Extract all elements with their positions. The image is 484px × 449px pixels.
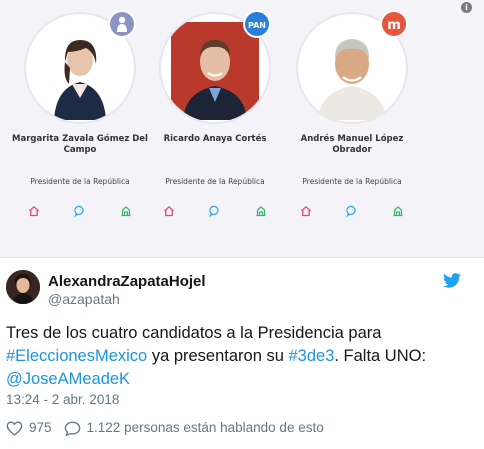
- chat-bubble-icon[interactable]: [74, 204, 86, 218]
- party-badge: m: [380, 10, 408, 38]
- hashtag-link[interactable]: #EleccionesMexico: [6, 347, 147, 365]
- hashtag-link[interactable]: #3de3: [288, 347, 334, 365]
- building-icon[interactable]: [255, 204, 267, 217]
- reply-icon[interactable]: [64, 421, 81, 436]
- twitter-bird-icon[interactable]: [443, 273, 461, 288]
- building-icon[interactable]: [392, 204, 404, 217]
- candidate-role: Presidente de la República: [302, 177, 402, 186]
- candidate-card: PAN Ricardo Anaya Cortés Presidente de l…: [145, 8, 275, 248]
- candidate-role: Presidente de la República: [30, 177, 130, 186]
- candidate-role: Presidente de la República: [165, 177, 265, 186]
- candidates-image[interactable]: i Margarita Zavala Gómez Del Campo Presi…: [0, 0, 484, 258]
- candidate-card: Margarita Zavala Gómez Del Campo Preside…: [10, 8, 148, 248]
- party-badge: [108, 10, 136, 38]
- user-handle[interactable]: @azapatah: [48, 291, 120, 308]
- chat-bubble-icon[interactable]: [346, 204, 358, 218]
- party-label: m: [387, 18, 401, 33]
- info-icon[interactable]: i: [461, 2, 472, 13]
- candidate-photo: [171, 22, 259, 120]
- candidate-actions: [163, 204, 267, 218]
- tweet-text-part: Tres de los cuatro candidatos a la Presi…: [6, 324, 382, 342]
- tweet-text-part: ya presentaron su: [147, 347, 289, 365]
- tweet-text-part: . Falta UNO:: [334, 347, 427, 365]
- chat-bubble-icon[interactable]: [209, 204, 221, 218]
- candidate-name: Andrés Manuel López Obrador: [300, 134, 404, 155]
- home-icon[interactable]: [163, 204, 175, 217]
- party-label: PAN: [247, 21, 266, 30]
- tweet-text: Tres de los cuatro candidatos a la Presi…: [6, 322, 476, 391]
- home-icon[interactable]: [300, 204, 312, 217]
- tweet-timestamp[interactable]: 13:24 - 2 abr. 2018: [6, 392, 119, 408]
- tweet-stats: 975 1.122 personas están hablando de est…: [6, 419, 324, 437]
- candidate-actions: [28, 204, 132, 218]
- tweet: AlexandraZapataHojel @azapatah Tres de l…: [0, 258, 484, 449]
- candidate-photo: [36, 22, 124, 120]
- candidate-card: m Andrés Manuel López Obrador Presidente…: [282, 8, 412, 248]
- candidate-photo: [308, 22, 396, 120]
- mention-link[interactable]: @JoseAMeadeK: [6, 370, 130, 388]
- like-count[interactable]: 975: [29, 420, 52, 436]
- candidate-actions: [300, 204, 404, 218]
- party-logo-icon: [117, 16, 127, 32]
- building-icon[interactable]: [120, 204, 132, 217]
- display-name[interactable]: AlexandraZapataHojel: [48, 273, 206, 291]
- avatar[interactable]: [6, 270, 40, 304]
- candidate-name: Margarita Zavala Gómez Del Campo: [12, 134, 148, 155]
- conversation-count[interactable]: 1.122 personas están hablando de esto: [87, 420, 324, 436]
- heart-icon[interactable]: [6, 421, 23, 436]
- home-icon[interactable]: [28, 204, 40, 217]
- party-badge: PAN: [243, 10, 271, 38]
- candidate-name: Ricardo Anaya Cortés: [163, 134, 267, 144]
